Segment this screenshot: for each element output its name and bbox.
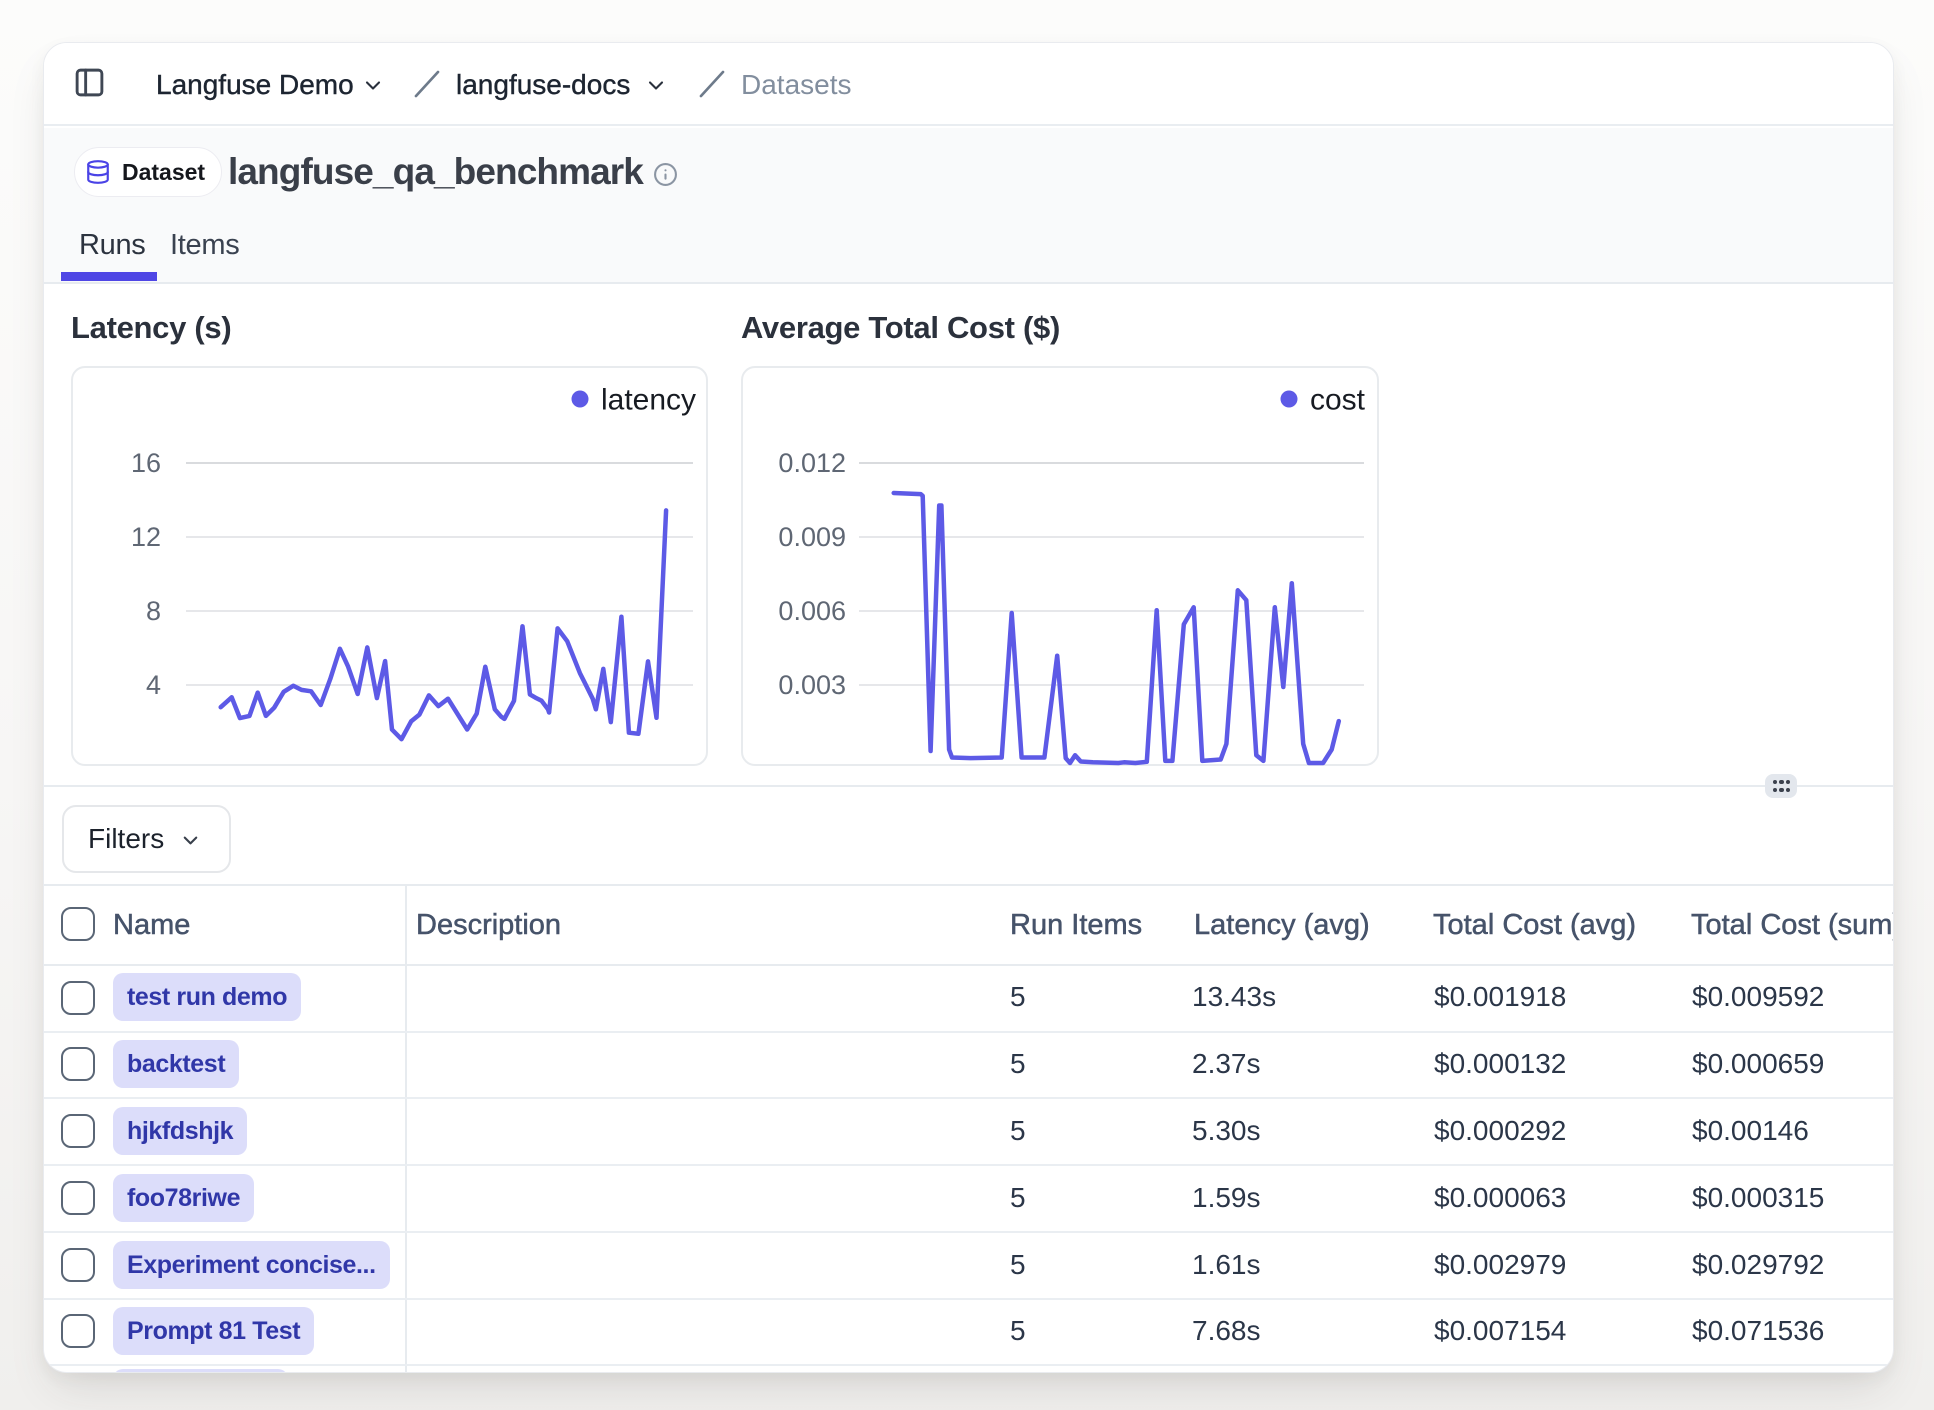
svg-text:0.003: 0.003 <box>778 670 846 700</box>
svg-text:16: 16 <box>131 448 161 478</box>
svg-text:0.012: 0.012 <box>778 448 846 478</box>
svg-text:0.006: 0.006 <box>778 596 846 626</box>
svg-text:latency: latency <box>601 384 696 417</box>
svg-text:0.009: 0.009 <box>778 522 846 552</box>
svg-text:4: 4 <box>146 670 161 700</box>
svg-text:cost: cost <box>1310 384 1366 417</box>
svg-text:12: 12 <box>131 522 161 552</box>
svg-text:8: 8 <box>146 596 161 626</box>
